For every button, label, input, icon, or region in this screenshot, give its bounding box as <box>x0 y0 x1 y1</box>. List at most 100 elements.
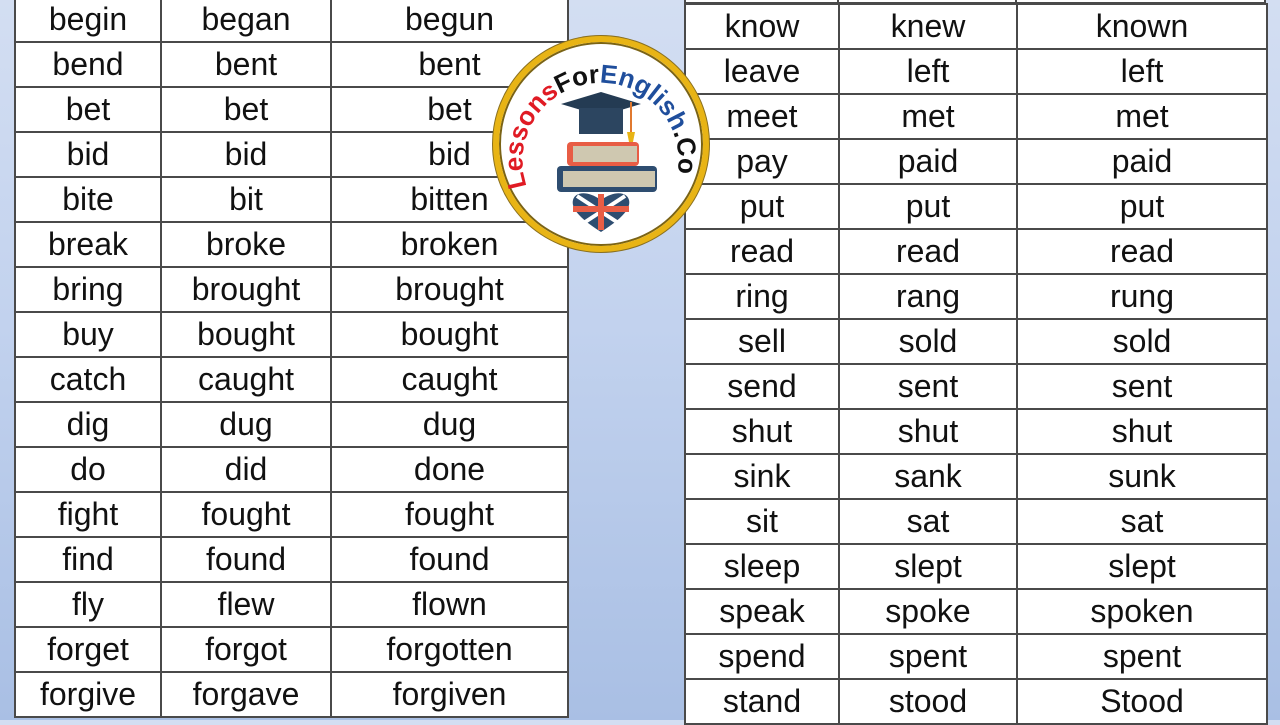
past-simple-cell: rang <box>838 273 1018 320</box>
base-form-cell: break <box>14 221 162 268</box>
past-simple-cell: flew <box>160 581 332 628</box>
table-row: buy bought bought <box>14 311 569 358</box>
past-participle-cell: slept <box>1016 543 1268 590</box>
past-simple-cell: spent <box>838 633 1018 680</box>
past-simple-cell: sat <box>838 498 1018 545</box>
past-participle-cell: found <box>330 536 569 583</box>
past-simple-cell: bent <box>160 41 332 88</box>
past-participle-cell: read <box>1016 228 1268 275</box>
past-simple-cell: forgave <box>160 671 332 718</box>
table-row: know knew known <box>684 3 1268 50</box>
irregular-verbs-table-right: know knew known leave left left meet met met pay p… <box>684 3 1268 725</box>
past-simple-cell: fought <box>160 491 332 538</box>
base-form-cell: stand <box>684 678 840 725</box>
table-row: bring brought brought <box>14 266 569 313</box>
table-row: sink sank sunk <box>684 453 1268 500</box>
table-row: break broke broken <box>14 221 569 268</box>
past-participle-cell: known <box>1016 3 1268 50</box>
past-participle-cell: left <box>1016 48 1268 95</box>
base-form-cell: sink <box>684 453 840 500</box>
past-participle-cell: shut <box>1016 408 1268 455</box>
past-simple-cell: bought <box>160 311 332 358</box>
past-participle-cell: spent <box>1016 633 1268 680</box>
past-participle-cell: fought <box>330 491 569 538</box>
table-row: leave left left <box>684 48 1268 95</box>
past-participle-cell: put <box>1016 183 1268 230</box>
past-simple-cell: did <box>160 446 332 493</box>
past-participle-cell: brought <box>330 266 569 313</box>
past-simple-cell: sank <box>838 453 1018 500</box>
table-row: stand stood Stood <box>684 678 1268 725</box>
uk-flag-heart-icon <box>572 193 630 232</box>
past-simple-cell: bet <box>160 86 332 133</box>
base-form-cell: bring <box>14 266 162 313</box>
base-form-cell: send <box>684 363 840 410</box>
past-simple-cell: shut <box>838 408 1018 455</box>
past-participle-cell: sold <box>1016 318 1268 365</box>
table-row: shut shut shut <box>684 408 1268 455</box>
table-row: put put put <box>684 183 1268 230</box>
past-simple-cell: sold <box>838 318 1018 365</box>
past-participle-cell: Stood <box>1016 678 1268 725</box>
past-simple-cell: sent <box>838 363 1018 410</box>
base-form-cell: read <box>684 228 840 275</box>
past-participle-cell: paid <box>1016 138 1268 185</box>
past-simple-cell: broke <box>160 221 332 268</box>
past-participle-cell: met <box>1016 93 1268 140</box>
base-form-cell: spend <box>684 633 840 680</box>
base-form-cell: speak <box>684 588 840 635</box>
base-form-cell: forgive <box>14 671 162 718</box>
base-form-cell: dig <box>14 401 162 448</box>
table-row: catch caught caught <box>14 356 569 403</box>
base-form-cell: know <box>684 3 840 50</box>
table-row: speak spoke spoken <box>684 588 1268 635</box>
table-row: read read read <box>684 228 1268 275</box>
past-participle-cell: done <box>330 446 569 493</box>
past-simple-cell: knew <box>838 3 1018 50</box>
base-form-cell: bend <box>14 41 162 88</box>
base-form-cell: sleep <box>684 543 840 590</box>
base-form-cell: forget <box>14 626 162 673</box>
table-row: find found found <box>14 536 569 583</box>
past-simple-cell: forgot <box>160 626 332 673</box>
base-form-cell: fly <box>14 581 162 628</box>
base-form-cell: bid <box>14 131 162 178</box>
base-form-cell: sit <box>684 498 840 545</box>
table-row: do did done <box>14 446 569 493</box>
table-row: meet met met <box>684 93 1268 140</box>
table-row: begin began begun <box>14 0 569 43</box>
base-form-cell: leave <box>684 48 840 95</box>
past-simple-cell: met <box>838 93 1018 140</box>
past-participle-cell: bought <box>330 311 569 358</box>
past-simple-cell: brought <box>160 266 332 313</box>
table-row: fight fought fought <box>14 491 569 538</box>
past-participle-cell: sunk <box>1016 453 1268 500</box>
table-row: forgive forgave forgiven <box>14 671 569 718</box>
base-form-cell: bite <box>14 176 162 223</box>
past-simple-cell: bit <box>160 176 332 223</box>
base-form-cell: ring <box>684 273 840 320</box>
past-simple-cell: put <box>838 183 1018 230</box>
past-participle-cell: sat <box>1016 498 1268 545</box>
logo-graphic: LessonsForEnglish.Com <box>499 42 703 232</box>
base-form-cell: begin <box>14 0 162 43</box>
past-simple-cell: paid <box>838 138 1018 185</box>
table-row: sleep slept slept <box>684 543 1268 590</box>
table-row: bid bid bid <box>14 131 569 178</box>
past-participle-cell: rung <box>1016 273 1268 320</box>
past-simple-cell: found <box>160 536 332 583</box>
past-participle-cell: caught <box>330 356 569 403</box>
logo-text-lessons: Lessons <box>499 75 563 192</box>
past-simple-cell: read <box>838 228 1018 275</box>
table-row: bite bit bitten <box>14 176 569 223</box>
base-form-cell: buy <box>14 311 162 358</box>
irregular-verbs-table-left: begin began begun bend bent bent bet bet bet bid b… <box>14 0 569 718</box>
past-simple-cell: stood <box>838 678 1018 725</box>
table-row: sell sold sold <box>684 318 1268 365</box>
past-simple-cell: bid <box>160 131 332 178</box>
lessonsforenglish-logo: LessonsForEnglish.Com <box>493 36 709 252</box>
past-simple-cell: caught <box>160 356 332 403</box>
table-row: pay paid paid <box>684 138 1268 185</box>
past-simple-cell: began <box>160 0 332 43</box>
table-row: send sent sent <box>684 363 1268 410</box>
